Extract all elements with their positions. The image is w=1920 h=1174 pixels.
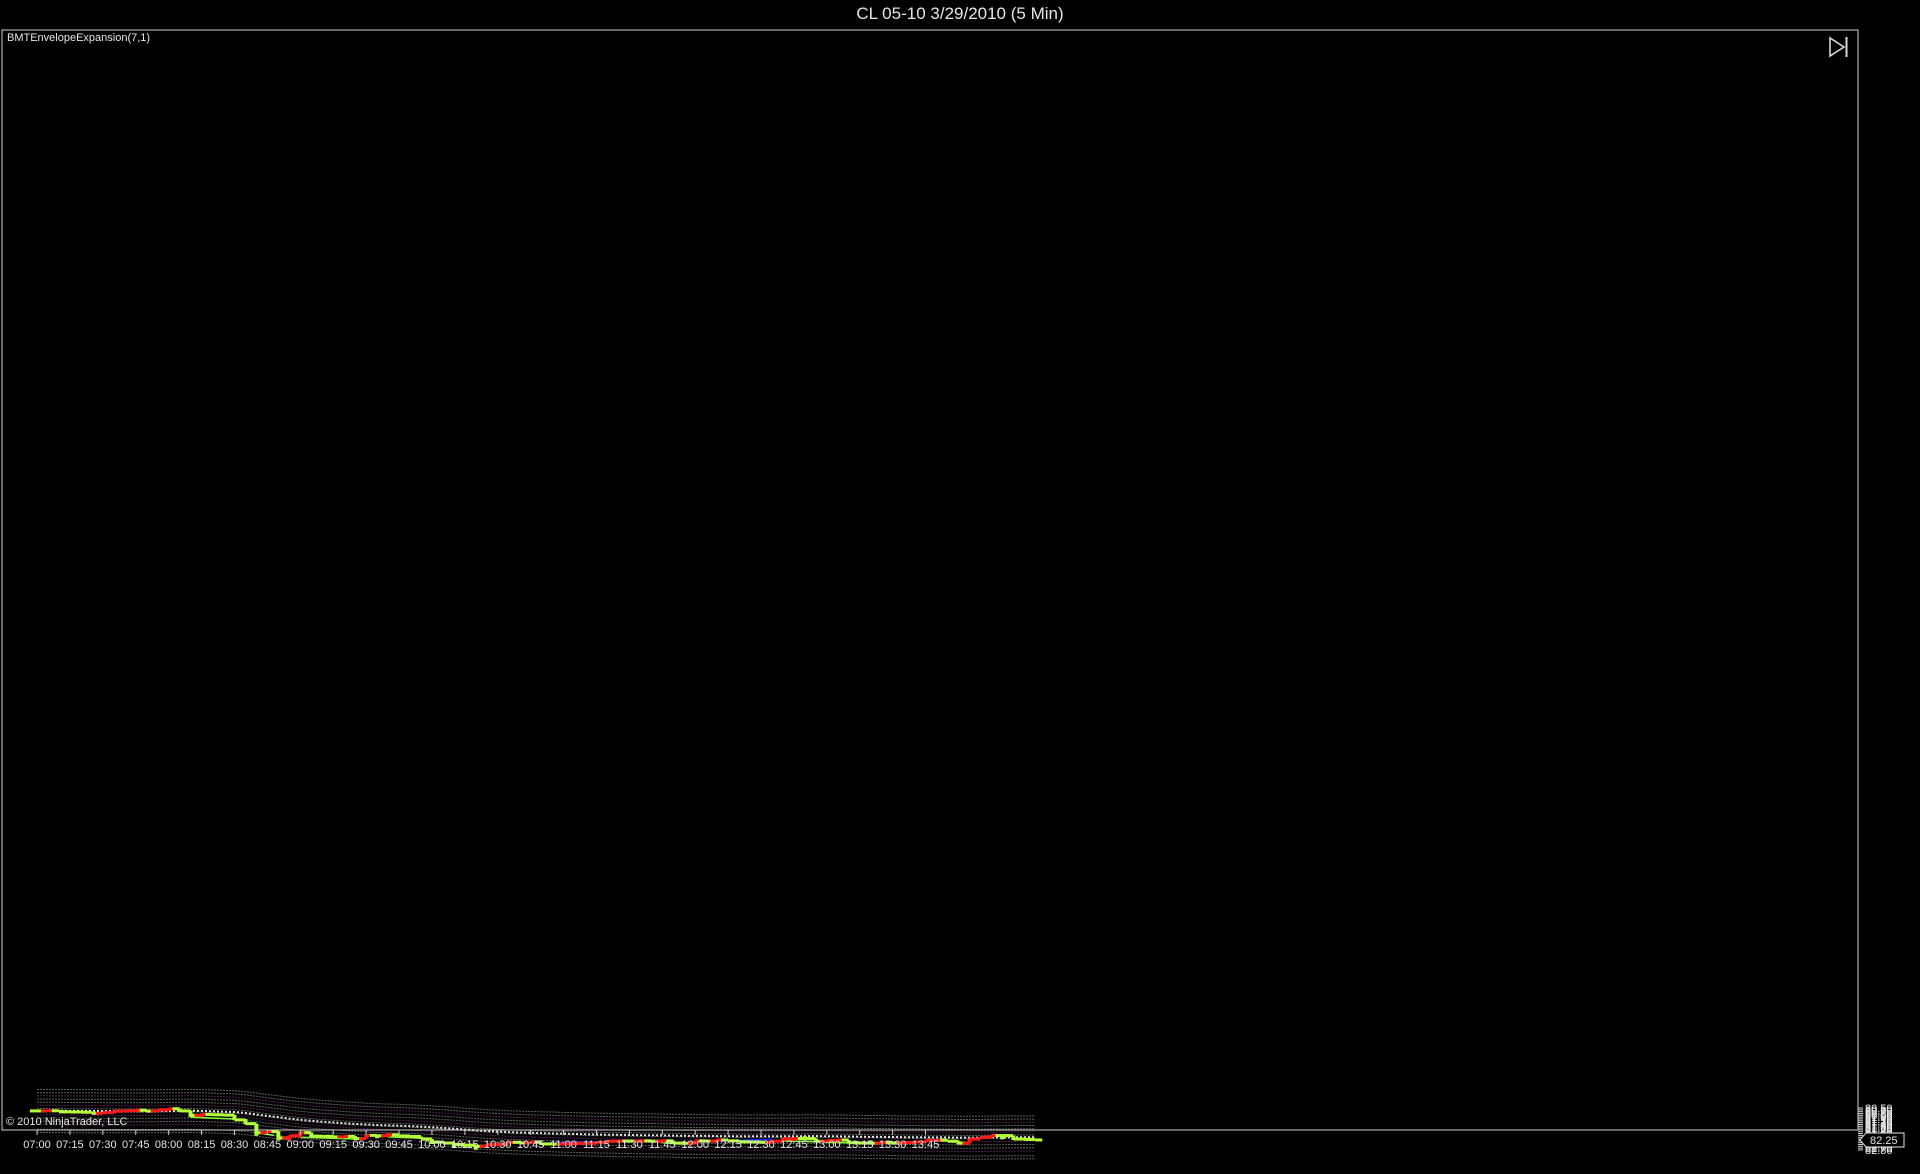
- copyright-text: © 2010 NinjaTrader, LLC: [6, 1116, 128, 1128]
- chart-axes: [1, 29, 1859, 1131]
- skip-to-end-icon: [1829, 36, 1848, 58]
- x-tick-label: 11:00: [550, 1139, 577, 1151]
- x-tick-label: 10:00: [418, 1139, 446, 1151]
- x-tick-label: 10:30: [484, 1139, 512, 1151]
- x-tick-label: 09:00: [287, 1139, 315, 1151]
- x-tick-label: 09:45: [385, 1139, 413, 1151]
- midline-series: [37, 1109, 1036, 1139]
- x-tick-label: 10:15: [451, 1139, 479, 1151]
- chart-window: CL 05-10 3/29/2010 (5 Min) 82.8082.7082.…: [0, 0, 1920, 1174]
- x-tick-label: 07:15: [56, 1139, 84, 1151]
- x-tick-label: 12:00: [681, 1139, 709, 1151]
- indicator-label: BMTEnvelopeExpansion(7,1): [7, 32, 151, 44]
- x-tick-label: 09:30: [352, 1139, 380, 1151]
- x-tick-label: 11:45: [649, 1139, 676, 1151]
- x-tick-label: 12:45: [780, 1139, 808, 1151]
- x-tick-label: 08:15: [188, 1139, 216, 1151]
- x-tick-label: 08:00: [155, 1139, 183, 1151]
- current-price-marker: 82.25: [1859, 1132, 1905, 1148]
- x-tick-label: 08:45: [254, 1139, 282, 1151]
- ohlc-bar: [1028, 1137, 1043, 1142]
- x-tick-label: 07:45: [122, 1139, 150, 1151]
- skip-to-end-button[interactable]: [1826, 34, 1852, 60]
- trend-line-up: [190, 1116, 235, 1120]
- x-tick-label: 11:30: [616, 1139, 643, 1151]
- x-tick-label: 09:15: [319, 1139, 347, 1151]
- x-tick-label: 11:15: [583, 1139, 610, 1151]
- current-price-label: 82.25: [1870, 1135, 1898, 1147]
- x-tick-label: 12:15: [714, 1139, 742, 1151]
- x-tick-label: 12:30: [747, 1139, 775, 1151]
- midline-path: [37, 1109, 1036, 1139]
- x-tick-label: 13:15: [846, 1139, 874, 1151]
- y-tick-label: 80.50: [1865, 1103, 1893, 1115]
- x-tick-label: 07:30: [89, 1139, 117, 1151]
- x-tick-label: 10:45: [517, 1139, 545, 1151]
- x-tick-label: 13:30: [879, 1139, 907, 1151]
- x-tick-label: 08:30: [221, 1139, 249, 1151]
- y-axis-ticks: 82.8082.7082.6082.5082.4082.3082.2082.10…: [1858, 1103, 1893, 1157]
- x-tick-label: 13:00: [813, 1139, 841, 1151]
- price-chart[interactable]: 82.8082.7082.6082.5082.4082.3082.2082.10…: [0, 0, 1920, 1174]
- x-tick-label: 07:00: [23, 1139, 51, 1151]
- plot-frame: [1, 29, 1859, 1131]
- x-tick-label: 13:45: [912, 1139, 940, 1151]
